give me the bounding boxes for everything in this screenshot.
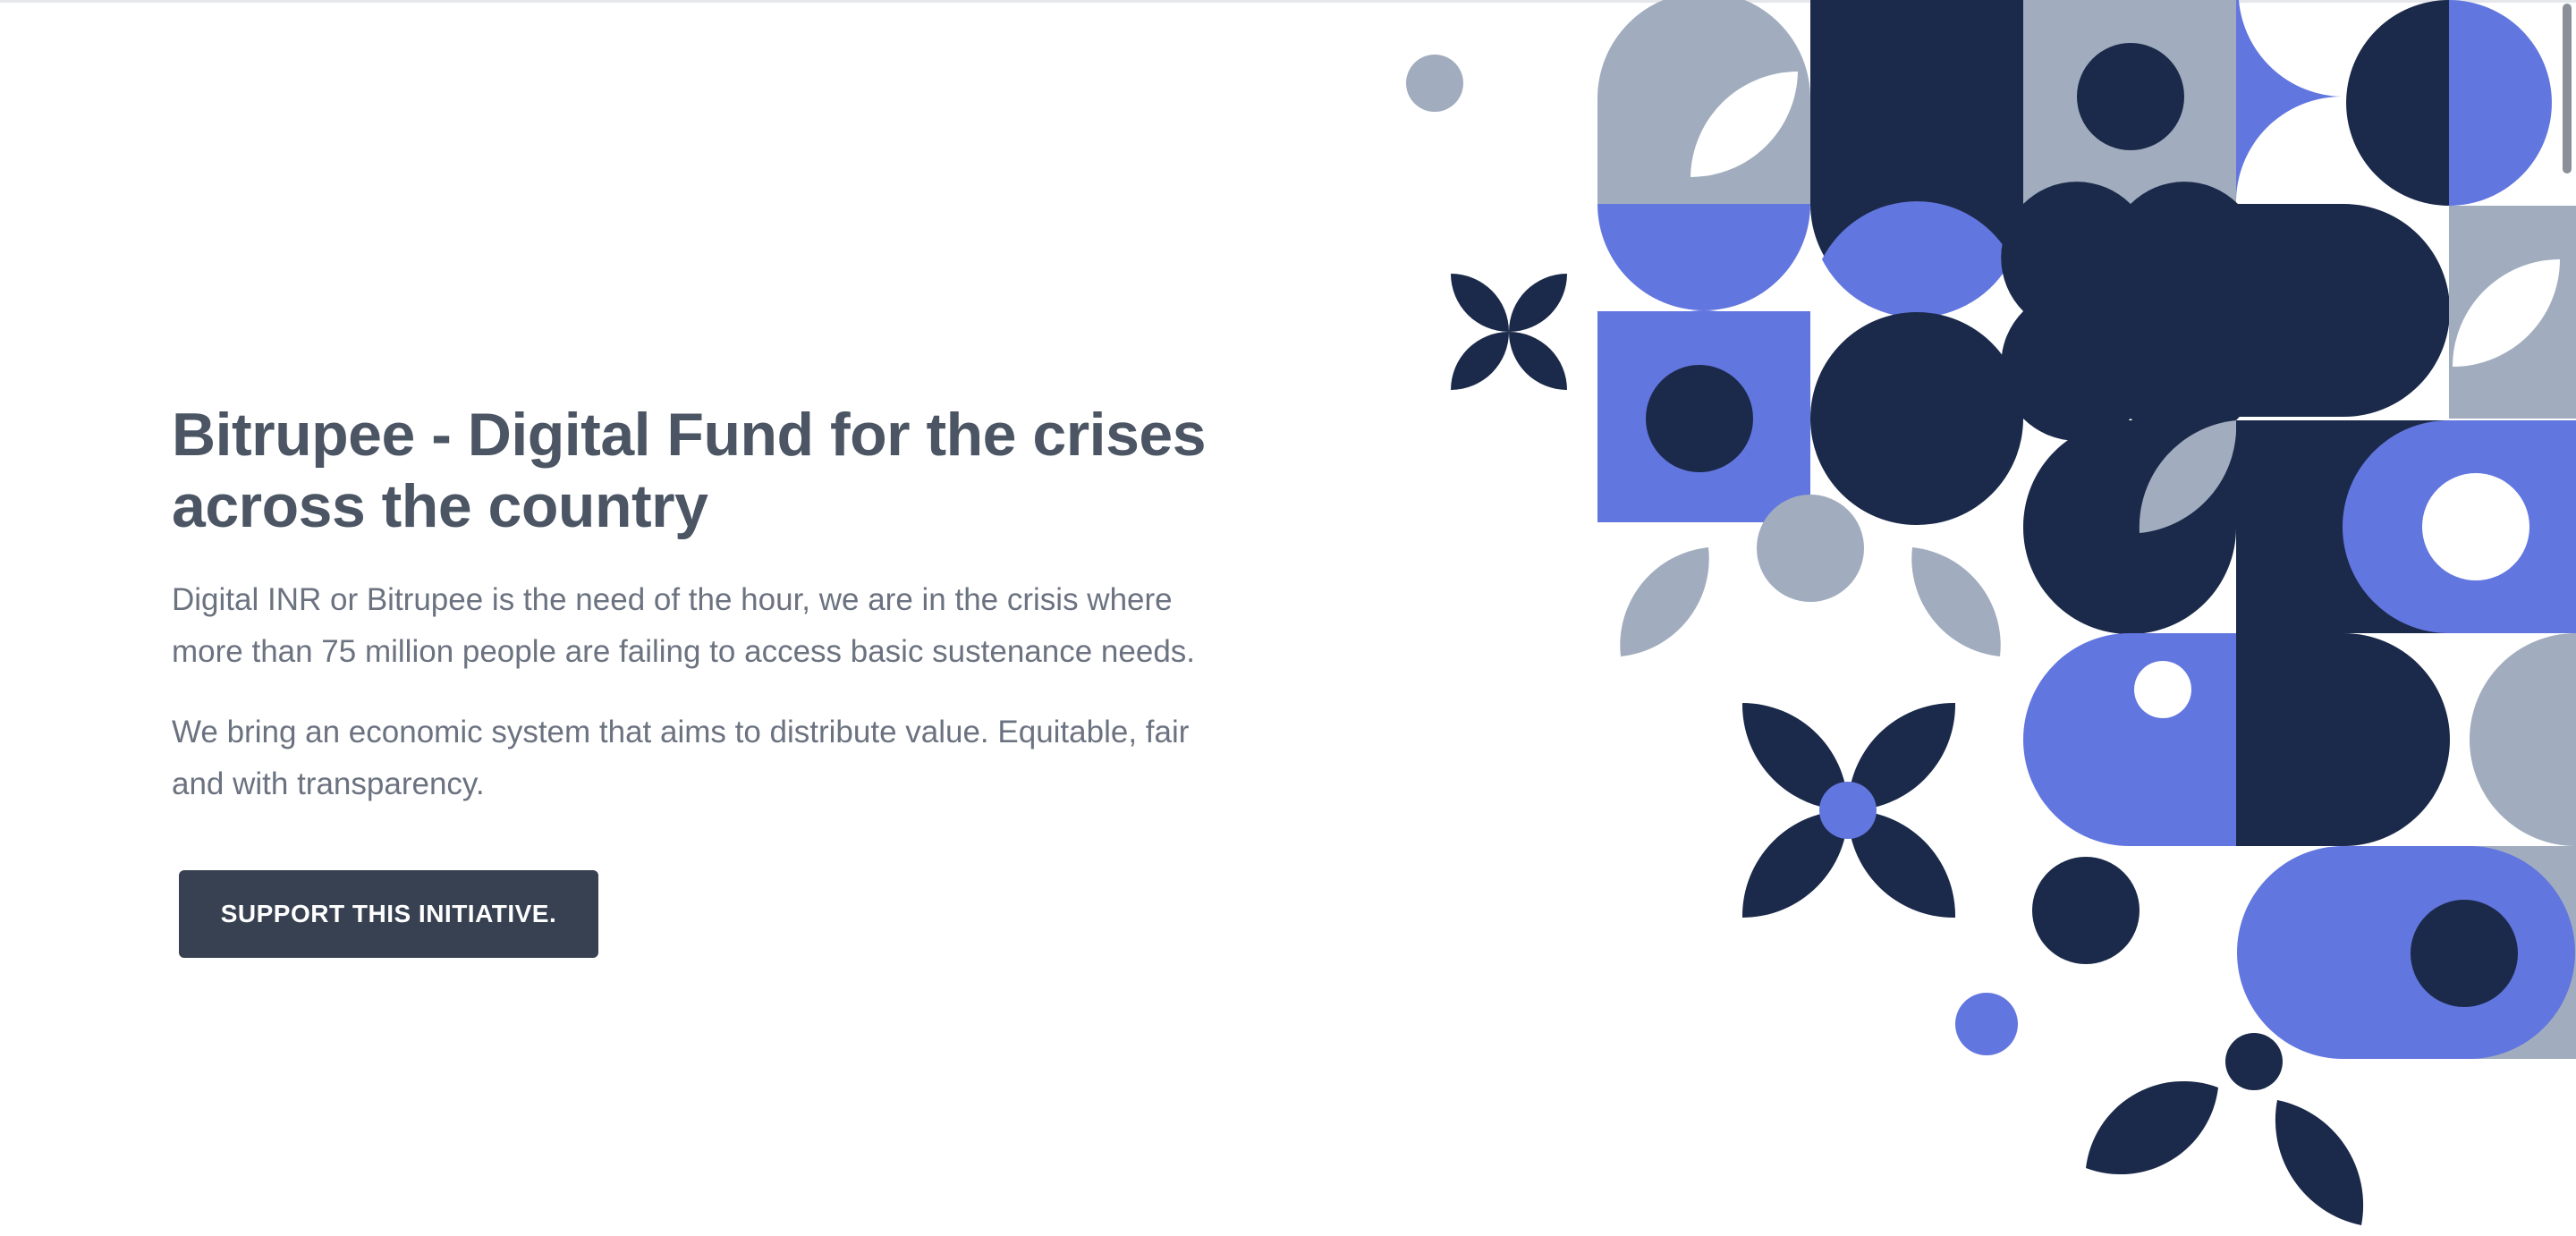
blue-half-circle: [1597, 204, 1810, 310]
gray-leaf: [1911, 547, 2001, 656]
gray-leaf: [1620, 547, 1709, 656]
scrollbar-track[interactable]: [2560, 0, 2576, 1236]
blue-leaf: [2235, 0, 2343, 204]
gray-circle: [1757, 495, 1864, 602]
hero-description: Digital INR or Bitrupee is the need of t…: [172, 582, 1196, 669]
navy-rounded-tile: [2236, 204, 2450, 417]
hero-section: Bitrupee - Digital Fund for the crises a…: [172, 399, 1245, 810]
navy-half-circle: [2346, 0, 2449, 206]
blue-half-circle: [2449, 0, 2552, 206]
navy-leaf: [2275, 1100, 2364, 1225]
navy-dot: [2077, 43, 2184, 150]
navy-capsule: [2236, 633, 2450, 846]
navy-four-petal: [2001, 182, 2260, 441]
navy-circle: [1810, 312, 2023, 525]
hero-title: Bitrupee - Digital Fund for the crises a…: [172, 401, 1207, 540]
blue-pill: [2023, 633, 2236, 846]
blue-dot: [1955, 993, 2018, 1055]
blue-pill: [2237, 846, 2575, 1059]
white-dot: [2422, 473, 2529, 580]
hero-mission: We bring an economic system that aims to…: [172, 715, 1190, 801]
geometric-pattern-illustration: [1406, 0, 2576, 1225]
navy-circle: [2032, 857, 2140, 964]
navy-leaf: [2086, 1080, 2218, 1175]
scrollbar-thumb[interactable]: [2563, 4, 2572, 174]
navy-dot: [2225, 1033, 2283, 1090]
gray-dot: [1406, 55, 1463, 112]
white-dot: [2134, 661, 2191, 718]
navy-dot: [2411, 900, 2518, 1007]
navy-dot: [1646, 365, 1753, 472]
navy-small-flower: [1451, 274, 1567, 390]
blue-flower-center: [1819, 782, 1877, 839]
support-initiative-button[interactable]: SUPPORT THIS INITIATIVE.: [179, 870, 598, 958]
